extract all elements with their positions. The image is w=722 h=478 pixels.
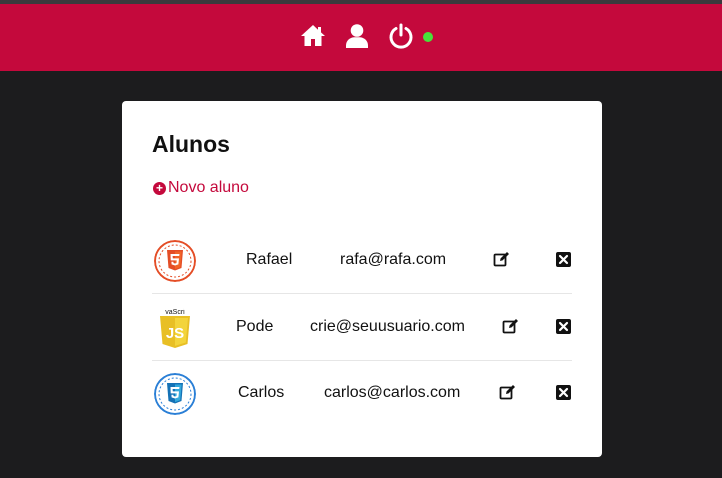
svg-text:vaScri: vaScri xyxy=(165,309,185,316)
edit-icon[interactable] xyxy=(493,251,510,268)
table-row: Carlos carlos@carlos.com xyxy=(152,360,572,426)
student-name: Carlos xyxy=(238,384,285,401)
delete-icon[interactable] xyxy=(555,251,572,268)
table-row: vaScri JS Pode crie@seuusuario.com xyxy=(152,294,572,361)
css3-logo-avatar xyxy=(154,373,196,415)
student-name: Rafael xyxy=(246,251,293,268)
javascript-logo-avatar: vaScri JS xyxy=(154,307,196,349)
edit-icon[interactable] xyxy=(502,318,519,335)
delete-icon[interactable] xyxy=(555,318,572,335)
user-icon[interactable] xyxy=(344,23,370,49)
page-title: Alunos xyxy=(152,131,230,157)
home-icon[interactable] xyxy=(300,23,326,49)
new-student-link[interactable]: + Novo aluno xyxy=(153,178,249,198)
online-status-dot xyxy=(423,32,433,42)
student-email: rafa@rafa.com xyxy=(340,251,447,268)
student-email: crie@seuusuario.com xyxy=(310,318,465,335)
power-icon[interactable] xyxy=(388,23,414,49)
student-email: carlos@carlos.com xyxy=(324,384,461,401)
table-row: Rafael rafa@rafa.com xyxy=(152,227,572,294)
new-student-label: Novo aluno xyxy=(168,179,249,196)
students-card: Alunos + Novo aluno Rafael rafa@rafa.com xyxy=(122,101,602,457)
html5-logo-avatar xyxy=(154,240,196,282)
top-navbar xyxy=(0,4,722,71)
edit-icon[interactable] xyxy=(499,384,516,401)
delete-icon[interactable] xyxy=(555,384,572,401)
svg-text:JS: JS xyxy=(166,325,184,342)
plus-circle-icon: + xyxy=(153,181,166,195)
student-name: Pode xyxy=(236,318,274,335)
